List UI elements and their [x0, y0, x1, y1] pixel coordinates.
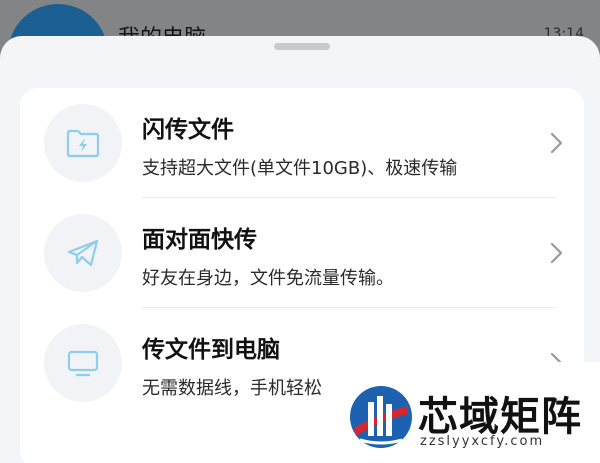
chevron-right-icon	[550, 242, 563, 264]
option-flash-transfer[interactable]: 闪传文件 支持超大文件(单文件10GB)、极速传输	[20, 88, 584, 198]
option-title: 闪传文件	[142, 117, 234, 143]
watermark: 芯域矩阵 zzslyyxcfy.com	[336, 362, 600, 463]
send-to-computer-icon-wrap	[44, 324, 122, 402]
watermark-url: zzslyyxcfy.com	[420, 434, 545, 449]
option-subtitle: 支持超大文件(单文件10GB)、极速传输	[142, 158, 458, 179]
face-to-face-icon-wrap	[44, 214, 122, 292]
option-subtitle: 无需数据线，手机轻松	[142, 378, 322, 399]
option-title: 面对面快传	[142, 227, 257, 253]
option-subtitle: 好友在身边，文件免流量传输。	[142, 268, 394, 289]
paper-plane-icon	[67, 239, 99, 267]
lightning-folder-icon	[66, 129, 100, 158]
option-title: 传文件到电脑	[142, 337, 280, 363]
building-logo-icon	[350, 386, 412, 448]
chevron-right-icon	[550, 132, 563, 154]
option-face-to-face[interactable]: 面对面快传 好友在身边，文件免流量传输。	[20, 198, 584, 308]
sheet-drag-handle[interactable]	[274, 43, 330, 50]
flash-transfer-icon-wrap	[44, 104, 122, 182]
monitor-icon	[67, 350, 99, 377]
